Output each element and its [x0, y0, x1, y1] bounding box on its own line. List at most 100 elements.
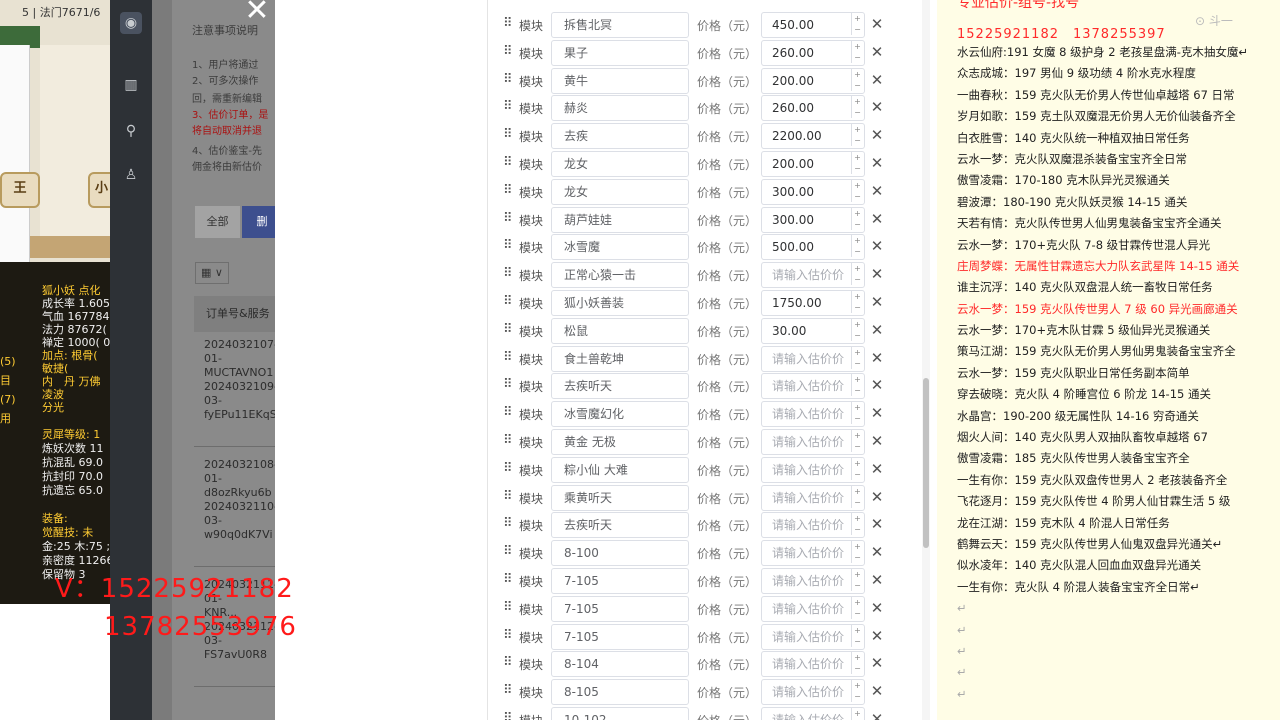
- notepad-line[interactable]: 众志成城：197 男仙 9 级功绩 4 阶水克水程度: [957, 63, 1277, 84]
- drag-handle-icon[interactable]: ⠿: [503, 100, 513, 114]
- price-input[interactable]: 260.00: [761, 39, 865, 66]
- notepad-line[interactable]: 烟火人间：140 克火队男人双抽队畜牧卓越塔 67: [957, 427, 1277, 448]
- module-name-input[interactable]: 龙女: [551, 151, 689, 177]
- remove-row-icon[interactable]: ✕: [869, 487, 885, 507]
- search-icon[interactable]: ⚲: [120, 120, 142, 142]
- price-stepper[interactable]: +−: [851, 513, 863, 536]
- remove-row-icon[interactable]: ✕: [869, 153, 885, 173]
- module-name-input[interactable]: 去疾听天: [551, 373, 689, 400]
- game-button-right[interactable]: 小: [88, 172, 110, 208]
- price-stepper[interactable]: +−: [851, 708, 863, 720]
- price-input[interactable]: 请输入估价价: [761, 623, 865, 650]
- price-input[interactable]: 请输入估价价: [761, 679, 865, 706]
- notepad-line[interactable]: 天若有情：克火队传世男人仙男鬼装备宝宝齐全通关: [957, 213, 1277, 234]
- remove-row-icon[interactable]: ✕: [869, 570, 885, 590]
- module-name-input[interactable]: 7-105: [551, 568, 689, 594]
- notepad-line[interactable]: 岁月如歌：159 克土队双魔混无价男人无价仙装备齐全: [957, 106, 1277, 127]
- price-input[interactable]: 30.00: [761, 317, 865, 344]
- price-input[interactable]: 请输入估价价: [761, 373, 865, 400]
- remove-row-icon[interactable]: ✕: [869, 514, 885, 534]
- price-input[interactable]: 请输入估价价: [761, 401, 865, 428]
- drag-handle-icon[interactable]: ⠿: [503, 656, 513, 670]
- price-stepper[interactable]: +−: [851, 152, 863, 174]
- close-icon[interactable]: ✕: [242, 0, 272, 26]
- game-left-item[interactable]: 用: [0, 409, 16, 428]
- module-name-input[interactable]: 松鼠: [551, 317, 689, 344]
- price-stepper[interactable]: +−: [851, 430, 863, 452]
- notepad-line[interactable]: 云水一梦：170+克火队 7-8 级甘霖传世混人异光: [957, 235, 1277, 256]
- drag-handle-icon[interactable]: ⠿: [503, 128, 513, 142]
- drag-handle-icon[interactable]: ⠿: [503, 17, 513, 31]
- module-name-input[interactable]: 葫芦娃娃: [551, 206, 689, 233]
- remove-row-icon[interactable]: ✕: [869, 292, 885, 312]
- notepad-line[interactable]: 云水一梦：159 克火队职业日常任务副本简单: [957, 363, 1277, 384]
- remove-row-icon[interactable]: ✕: [869, 181, 885, 201]
- notepad-line[interactable]: 一生有你：克火队 4 阶混人装备宝宝齐全日常↵: [957, 577, 1277, 598]
- notepad-line[interactable]: 庄周梦蝶：无属性甘霖遗忘大力队玄武星阵 14-15 通关: [957, 256, 1277, 277]
- notepad-line[interactable]: 傲雪凌霜：185 克火队传世男人装备宝宝齐全: [957, 448, 1277, 469]
- notepad-line[interactable]: 碧波潭：180-190 克火队妖灵猴 14-15 通关: [957, 192, 1277, 213]
- tab-active[interactable]: 删: [242, 206, 275, 238]
- drag-handle-icon[interactable]: ⠿: [503, 156, 513, 170]
- remove-row-icon[interactable]: ✕: [869, 264, 885, 284]
- module-name-input[interactable]: 黄牛: [551, 67, 689, 94]
- drag-handle-icon[interactable]: ⠿: [503, 628, 513, 643]
- notepad-line[interactable]: 云水一梦：克火队双魔混杀装备宝宝齐全日常: [957, 149, 1277, 170]
- module-name-input[interactable]: 冰雪魔幻化: [551, 401, 689, 428]
- drag-handle-icon[interactable]: ⠿: [503, 712, 513, 720]
- drag-handle-icon[interactable]: ⠿: [503, 378, 513, 392]
- drag-handle-icon[interactable]: ⠿: [503, 239, 513, 253]
- drag-handle-icon[interactable]: ⠿: [503, 517, 513, 531]
- grid-view-select[interactable]: ▦ ∨: [195, 262, 229, 284]
- remove-row-icon[interactable]: ✕: [869, 42, 885, 62]
- notepad-line[interactable]: 似水凌年：140 克火队混人回血血双盘异光通关: [957, 555, 1277, 576]
- remove-row-icon[interactable]: ✕: [869, 542, 885, 562]
- remove-row-icon[interactable]: ✕: [869, 97, 885, 117]
- module-name-input[interactable]: 10-102: [551, 707, 689, 720]
- price-stepper[interactable]: +−: [851, 374, 863, 397]
- remove-row-icon[interactable]: ✕: [869, 431, 885, 451]
- price-input[interactable]: 300.00: [761, 206, 865, 233]
- price-stepper[interactable]: +−: [851, 13, 863, 35]
- price-input[interactable]: 1750.00: [761, 290, 865, 316]
- price-input[interactable]: 请输入估价价: [761, 540, 865, 567]
- remove-row-icon[interactable]: ✕: [869, 209, 885, 229]
- notepad-line[interactable]: 一生有你：159 克火队双盘传世男人 2 老孩装备齐全: [957, 470, 1277, 491]
- price-stepper[interactable]: +−: [851, 179, 863, 202]
- notepad-line[interactable]: 穿去破晓：克火队 4 阶睡宫位 6 阶龙 14-15 通关: [957, 384, 1277, 405]
- module-name-input[interactable]: 乘黄听天: [551, 484, 689, 511]
- price-input[interactable]: 500.00: [761, 234, 865, 261]
- remove-row-icon[interactable]: ✕: [869, 403, 885, 423]
- notepad-line[interactable]: 傲雪凌霜：170-180 克木队异光灵猴通关: [957, 170, 1277, 191]
- price-stepper[interactable]: +−: [851, 541, 863, 564]
- drag-handle-icon[interactable]: ⠿: [503, 545, 513, 559]
- price-stepper[interactable]: +−: [851, 235, 863, 258]
- app-logo-icon[interactable]: ◉: [120, 12, 142, 34]
- remove-row-icon[interactable]: ✕: [869, 375, 885, 395]
- user-icon[interactable]: ♙: [120, 164, 142, 186]
- price-stepper[interactable]: +−: [851, 318, 863, 341]
- drag-handle-icon[interactable]: ⠿: [503, 406, 513, 420]
- notepad-line[interactable]: 谁主沉浮：140 克火队双盘混人统一畜牧日常任务: [957, 277, 1277, 298]
- module-name-input[interactable]: 黄金 无极: [551, 429, 689, 455]
- drag-handle-icon[interactable]: ⠿: [503, 489, 513, 504]
- price-stepper[interactable]: +−: [851, 291, 863, 313]
- module-name-input[interactable]: 8-100: [551, 540, 689, 567]
- module-name-input[interactable]: 食土兽乾坤: [551, 345, 689, 372]
- remove-row-icon[interactable]: ✕: [869, 626, 885, 646]
- price-stepper[interactable]: +−: [851, 402, 863, 425]
- price-input[interactable]: 请输入估价价: [761, 651, 865, 678]
- drag-handle-icon[interactable]: ⠿: [503, 461, 513, 476]
- game-button-left[interactable]: 王: [0, 172, 40, 208]
- notepad-line[interactable]: ↵: [957, 662, 1277, 683]
- price-stepper[interactable]: +−: [851, 652, 863, 675]
- drag-handle-icon[interactable]: ⠿: [503, 350, 513, 365]
- game-left-item[interactable]: 目: [0, 371, 16, 390]
- price-input[interactable]: 200.00: [761, 151, 865, 177]
- module-name-input[interactable]: 粽小仙 大难: [551, 456, 689, 483]
- notepad-lines[interactable]: 水云仙府:191 女魔 8 级护身 2 老孩星盘满-克木抽女魔↵ 众志成城：197…: [957, 42, 1277, 705]
- drag-handle-icon[interactable]: ⠿: [503, 72, 513, 87]
- module-name-input[interactable]: 8-104: [551, 651, 689, 678]
- price-input[interactable]: 300.00: [761, 178, 865, 205]
- order-cell[interactable]: 2024032108- 01- d8ozRkyu6b 2024032110- 03- w9…: [204, 458, 275, 542]
